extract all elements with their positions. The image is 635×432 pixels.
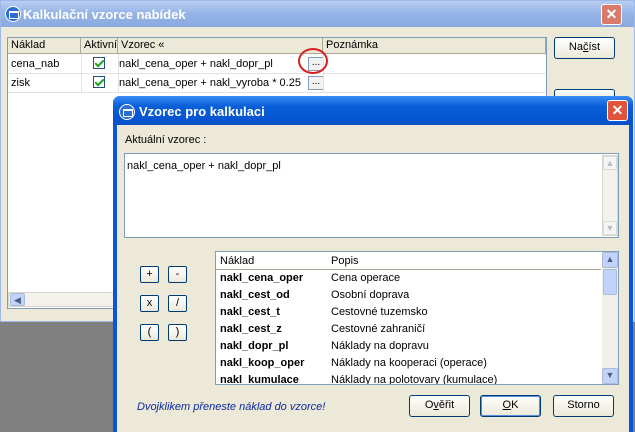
nacist-label-prefix: Na xyxy=(568,41,583,53)
dialog-body: Aktuální vzorec : nakl_cena_oper + nakl_… xyxy=(117,125,629,432)
operator-plus-button[interactable]: + xyxy=(140,266,159,283)
scroll-down-button[interactable]: ▼ xyxy=(602,368,618,384)
cell-naklad: zisk xyxy=(11,77,30,89)
checkbox-aktivni[interactable] xyxy=(93,57,105,69)
list-item-naklad: nakl_cest_z xyxy=(220,323,282,335)
column-divider xyxy=(118,54,119,92)
formula-text: nakl_cena_oper + nakl_dopr_pl xyxy=(127,160,281,172)
list-vertical-scrollbar[interactable]: ▲ ▼ xyxy=(602,252,618,384)
storno-button[interactable]: Storno xyxy=(553,395,614,417)
cell-naklad: cena_nab xyxy=(11,58,60,70)
list-item[interactable]: nakl_dopr_pl Náklady na dopravu xyxy=(216,338,601,355)
table-row[interactable]: cena_nab nakl_cena_oper + nakl_dopr_pl .… xyxy=(8,55,546,74)
list-item[interactable]: nakl_cest_od Osobní doprava xyxy=(216,287,601,304)
column-divider xyxy=(81,54,82,92)
main-window-title: Kalkulační vzorce nabídek xyxy=(23,7,186,22)
formula-textarea[interactable]: nakl_cena_oper + nakl_dopr_pl ▲ ▼ xyxy=(124,153,619,238)
cost-list: Náklad Popis nakl_cena_oper Cena operace … xyxy=(215,251,619,385)
list-rows: nakl_cena_oper Cena operace nakl_cest_od O… xyxy=(216,270,601,385)
list-item-popis: Náklady na dopravu xyxy=(331,340,429,352)
operator-divide-button[interactable]: / xyxy=(168,295,187,312)
highlight-circle xyxy=(298,48,328,74)
scroll-up-button[interactable]: ▲ xyxy=(603,156,617,170)
formula-dialog: Vzorec pro kalkulaci ✕ Aktuální vzorec :… xyxy=(113,96,633,432)
operator-minus-button[interactable]: - xyxy=(168,266,187,283)
scroll-down-button[interactable]: ▼ xyxy=(603,221,617,235)
list-item-naklad: nakl_dopr_pl xyxy=(220,340,289,352)
grid-horizontal-scrollbar[interactable]: ◀ xyxy=(8,292,118,307)
dialog-app-icon xyxy=(119,104,135,120)
list-item-naklad: nakl_cest_t xyxy=(220,306,280,318)
list-item[interactable]: nakl_kumulace Náklady na polotovary (kumu… xyxy=(216,372,601,385)
nacist-label-suffix: íst xyxy=(588,41,601,53)
col-header-vzorec[interactable]: Vzorec « xyxy=(118,38,323,54)
dialog-close-button[interactable]: ✕ xyxy=(607,100,628,121)
list-item-naklad: nakl_koop_oper xyxy=(220,357,305,369)
main-titlebar: Kalkulační vzorce nabídek ✕ xyxy=(1,1,634,27)
list-item-naklad: nakl_cena_oper xyxy=(220,272,304,284)
ok-button[interactable]: OK xyxy=(480,395,541,417)
scroll-up-button[interactable]: ▲ xyxy=(602,252,618,268)
col-header-aktivni[interactable]: Aktivní xyxy=(81,38,118,54)
cell-vzorec: nakl_cena_oper + nakl_vyroba * 0.25 xyxy=(119,77,301,89)
list-item-naklad: nakl_cest_od xyxy=(220,289,290,301)
table-row[interactable]: zisk nakl_cena_oper + nakl_vyroba * 0.25… xyxy=(8,74,546,93)
operator-rparen-button[interactable]: ) xyxy=(168,324,187,341)
cell-vzorec: nakl_cena_oper + nakl_dopr_pl xyxy=(119,58,273,70)
list-item-popis: Cestovné zahraničí xyxy=(331,323,426,335)
current-formula-label: Aktuální vzorec : xyxy=(125,134,207,146)
list-item[interactable]: nakl_cest_z Cestovné zahraničí xyxy=(216,321,601,338)
list-col-header-popis[interactable]: Popis xyxy=(331,255,359,267)
scroll-left-button[interactable]: ◀ xyxy=(10,293,25,306)
hint-text: Dvojklikem přeneste náklad do vzorce! xyxy=(137,401,326,413)
scroll-thumb[interactable] xyxy=(603,269,617,295)
list-item[interactable]: nakl_koop_oper Náklady na kooperaci (oper… xyxy=(216,355,601,372)
list-item-popis: Cena operace xyxy=(331,272,401,284)
ok-label-accel: O xyxy=(502,399,512,411)
list-item-popis: Cestovné tuzemsko xyxy=(331,306,428,318)
overit-label-suffix: ěřit xyxy=(438,399,455,411)
list-item[interactable]: nakl_cest_t Cestovné tuzemsko xyxy=(216,304,601,321)
col-header-naklad[interactable]: Náklad xyxy=(8,38,81,54)
list-item-popis: Osobní doprava xyxy=(331,289,410,301)
list-item-popis: Náklady na polotovary (kumulace) xyxy=(331,374,498,385)
operator-lparen-button[interactable]: ( xyxy=(140,324,159,341)
app-icon xyxy=(5,6,21,22)
col-header-poznamka[interactable]: Poznámka xyxy=(323,38,546,54)
ellipsis-button[interactable]: ... xyxy=(308,76,324,90)
main-close-button[interactable]: ✕ xyxy=(601,4,622,25)
close-icon: ✕ xyxy=(611,102,624,118)
close-icon: ✕ xyxy=(605,6,618,22)
nacist-button[interactable]: Načíst xyxy=(554,37,615,59)
dialog-titlebar: Vzorec pro kalkulaci ✕ xyxy=(113,96,633,125)
operator-multiply-button[interactable]: x xyxy=(140,295,159,312)
list-header: Náklad Popis xyxy=(216,252,601,270)
ok-label-suffix: K xyxy=(511,399,519,411)
list-item-naklad: nakl_kumulace xyxy=(220,374,299,385)
formula-vertical-scrollbar[interactable]: ▲ ▼ xyxy=(602,155,618,236)
list-col-header-naklad[interactable]: Náklad xyxy=(220,255,254,267)
checkbox-aktivni[interactable] xyxy=(93,76,105,88)
list-item[interactable]: nakl_cena_oper Cena operace xyxy=(216,270,601,287)
dialog-title: Vzorec pro kalkulaci xyxy=(139,104,265,119)
overit-button[interactable]: Ověřit xyxy=(409,395,470,417)
list-item-popis: Náklady na kooperaci (operace) xyxy=(331,357,487,369)
